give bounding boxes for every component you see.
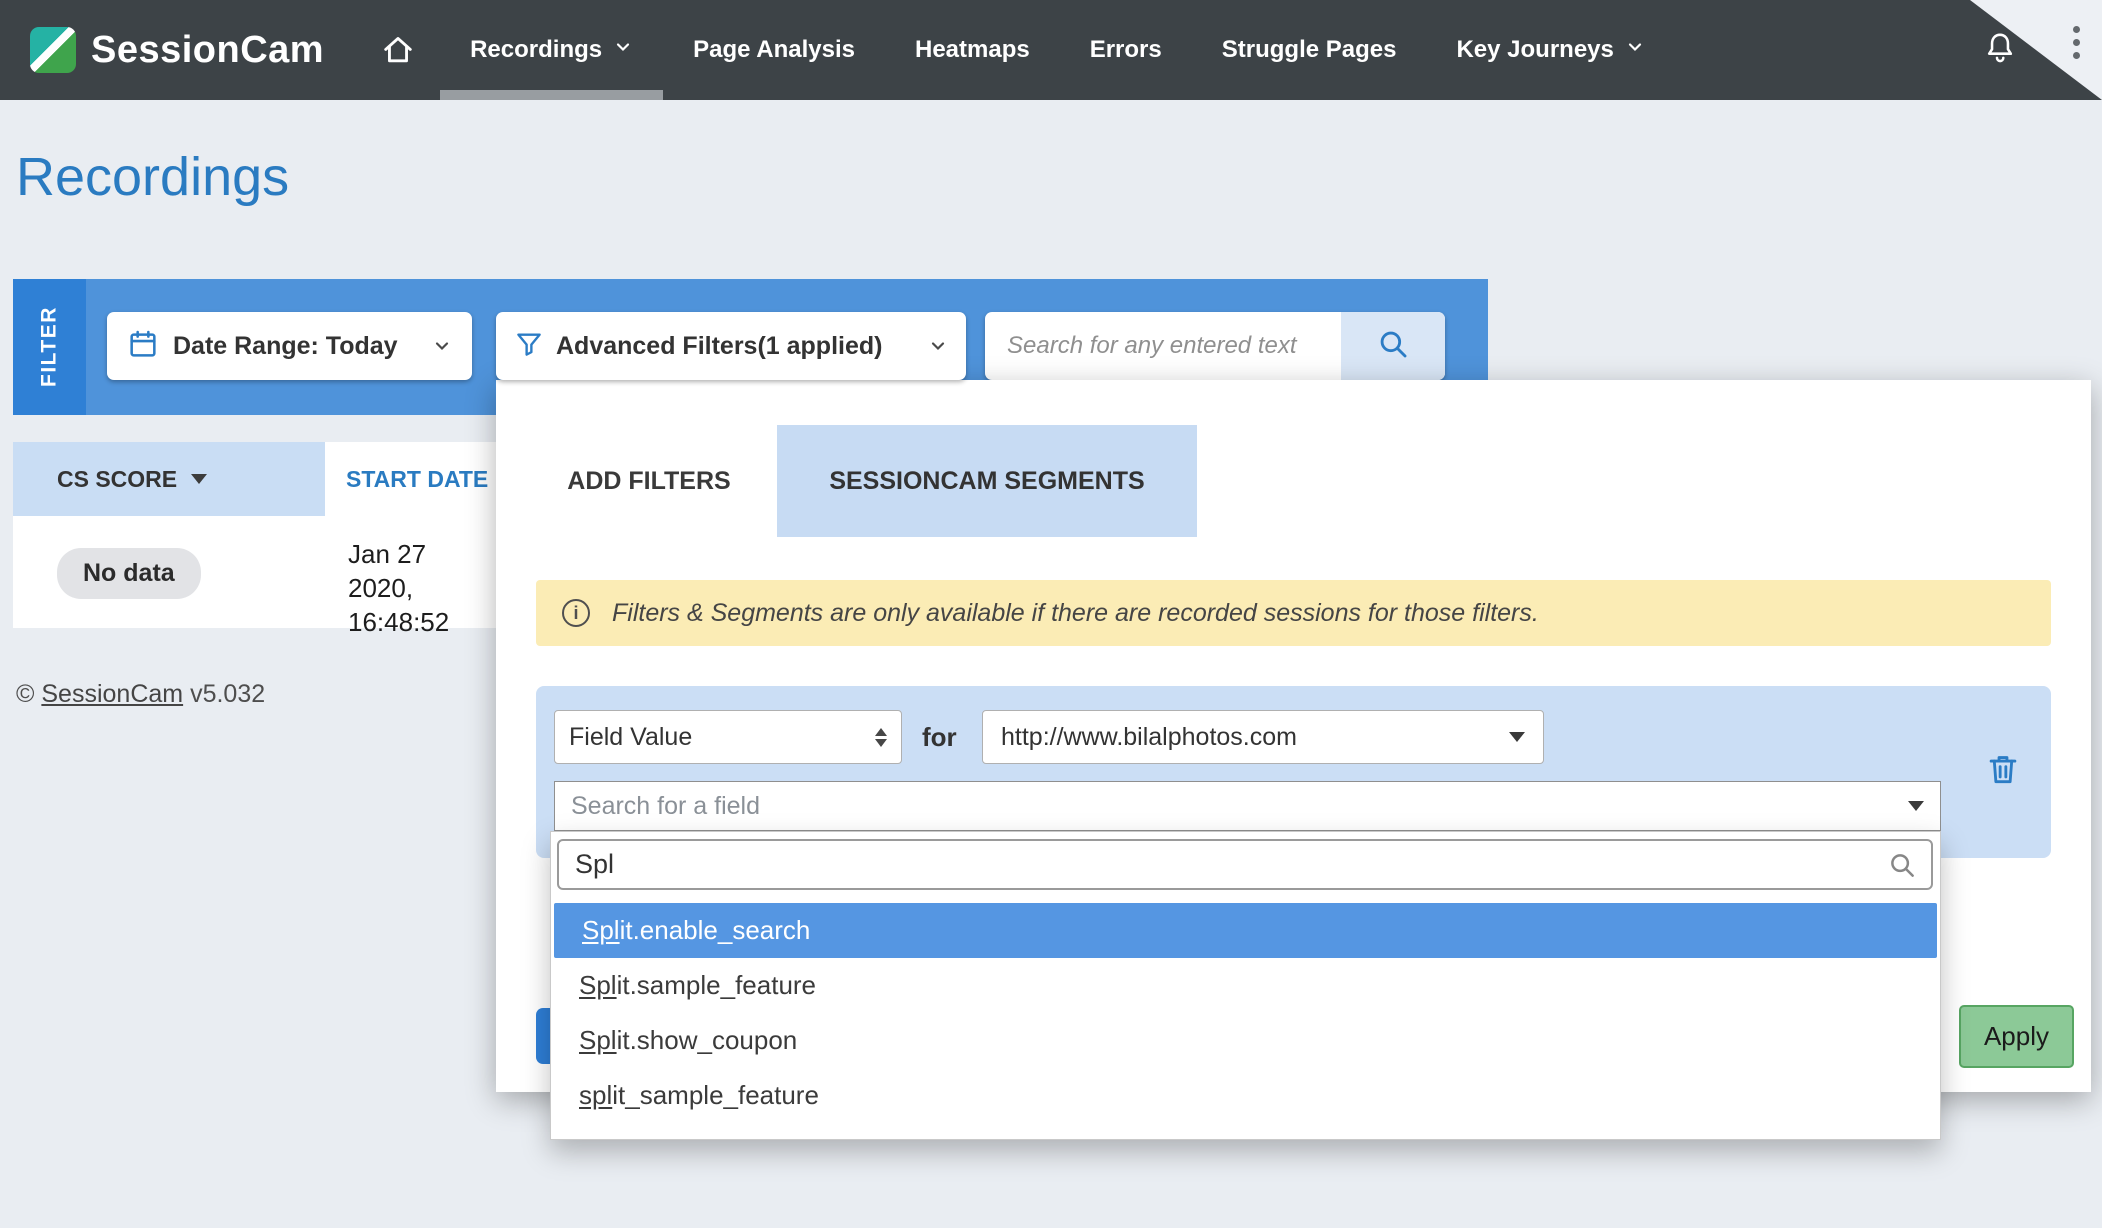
field-option-split-sample-feature[interactable]: Split.sample_feature: [551, 958, 1940, 1013]
nav-item-label: Errors: [1090, 36, 1162, 64]
updown-arrows-icon: [875, 728, 887, 747]
main-menu: Recordings Page Analysis Heatmaps Errors…: [440, 0, 1675, 100]
notifications-bell-icon[interactable]: [1982, 29, 2018, 72]
nav-item-key-journeys[interactable]: Key Journeys: [1426, 0, 1674, 100]
top-nav: SessionCam Recordings Page Analysis Heat…: [0, 0, 2102, 100]
chevron-down-icon: [613, 36, 633, 64]
date-range-label: Date Range: Today: [173, 332, 398, 361]
column-header-label: START DATE: [346, 466, 488, 493]
version-label: v5.032: [190, 680, 265, 708]
search-icon: [1376, 327, 1410, 366]
recordings-page: SessionCam Recordings Page Analysis Heat…: [0, 0, 2102, 1228]
field-search-box: [557, 839, 1933, 890]
chevron-down-icon: [928, 336, 948, 356]
info-banner: i Filters & Segments are only available …: [536, 580, 2051, 646]
for-label: for: [922, 710, 957, 764]
chevron-down-icon: [432, 336, 452, 356]
info-icon: i: [562, 599, 590, 627]
filter-side-tab[interactable]: FILTER: [13, 279, 86, 415]
caret-down-icon: [1908, 801, 1924, 811]
nav-item-label: Heatmaps: [915, 36, 1030, 64]
site-select[interactable]: http://www.bilalphotos.com: [982, 710, 1544, 764]
nav-item-label: Key Journeys: [1456, 36, 1613, 64]
field-options-list: Split.enable_search Split.sample_feature…: [551, 903, 1940, 1123]
brand[interactable]: SessionCam: [30, 27, 324, 73]
nav-item-label: Struggle Pages: [1222, 36, 1397, 64]
cs-score-badge: No data: [57, 548, 201, 599]
caret-down-icon: [1509, 732, 1525, 742]
field-options-dropdown: Split.enable_search Split.sample_feature…: [550, 831, 1941, 1140]
nav-item-struggle-pages[interactable]: Struggle Pages: [1192, 0, 1427, 100]
column-header-label: CS SCORE: [57, 466, 177, 493]
field-search-placeholder: Search for a field: [571, 792, 760, 821]
advanced-filters-button[interactable]: Advanced Filters(1 applied): [496, 312, 966, 380]
page-title: Recordings: [16, 146, 289, 208]
sessioncam-logo-icon: [30, 27, 76, 73]
tab-add-filters[interactable]: ADD FILTERS: [549, 448, 749, 514]
field-option-split-sample-feature-lower[interactable]: split_sample_feature: [551, 1068, 1940, 1123]
start-date-line1: Jan 27 2020,: [348, 537, 497, 605]
sort-caret-icon: [191, 474, 207, 484]
sessioncam-link[interactable]: SessionCam: [41, 680, 183, 708]
column-header-start-date[interactable]: START DATE: [325, 442, 497, 516]
field-type-select[interactable]: Field Value: [554, 710, 902, 764]
nav-item-page-analysis[interactable]: Page Analysis: [663, 0, 885, 100]
text-search-input[interactable]: [985, 312, 1341, 380]
nav-item-label: Page Analysis: [693, 36, 855, 64]
table-row[interactable]: No data Jan 27 2020, 16:48:52: [13, 516, 497, 628]
apply-button[interactable]: Apply: [1959, 1005, 2074, 1068]
advanced-filters-label: Advanced Filters(1 applied): [556, 332, 882, 361]
search-button[interactable]: [1341, 312, 1445, 380]
field-option-split-enable-search[interactable]: Split.enable_search: [554, 903, 1937, 958]
copyright-symbol: ©: [16, 680, 34, 708]
text-search-field: [985, 312, 1445, 380]
column-header-cs-score[interactable]: CS SCORE: [13, 442, 325, 516]
field-search-select[interactable]: Search for a field: [554, 781, 1941, 831]
delete-filter-button[interactable]: [1984, 750, 2022, 788]
date-range-button[interactable]: Date Range: Today: [107, 312, 472, 380]
info-banner-text: Filters & Segments are only available if…: [612, 599, 1539, 628]
field-type-value: Field Value: [569, 723, 692, 752]
brand-name: SessionCam: [91, 29, 324, 72]
chevron-down-icon: [1625, 36, 1645, 64]
nav-item-label: Recordings: [470, 36, 602, 64]
search-icon: [1887, 850, 1917, 880]
site-select-value: http://www.bilalphotos.com: [1001, 723, 1297, 752]
calendar-icon: [127, 328, 159, 365]
nav-item-errors[interactable]: Errors: [1060, 0, 1192, 100]
footer: © SessionCam v5.032: [16, 680, 265, 709]
field-option-split-show-coupon[interactable]: Split.show_coupon: [551, 1013, 1940, 1068]
start-date-line2: 16:48:52: [348, 605, 497, 639]
start-date-cell: Jan 27 2020, 16:48:52: [348, 537, 497, 639]
kebab-menu-icon[interactable]: [2073, 26, 2080, 59]
tab-sessioncam-segments[interactable]: SESSIONCAM SEGMENTS: [777, 425, 1197, 537]
home-icon[interactable]: [380, 32, 416, 68]
funnel-icon: [514, 329, 544, 364]
nav-item-heatmaps[interactable]: Heatmaps: [885, 0, 1060, 100]
nav-item-recordings[interactable]: Recordings: [440, 0, 663, 100]
field-search-input[interactable]: [559, 849, 1887, 880]
